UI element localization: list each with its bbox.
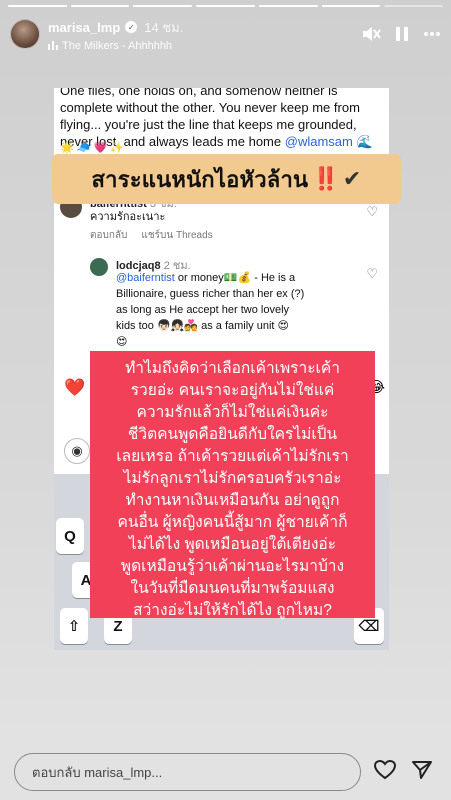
music-info[interactable]: The Milkers - Ahhhhhh [48, 40, 361, 52]
caption-tag: @wlamsam [284, 134, 353, 149]
heart-icon: ♡ [366, 266, 378, 281]
comment-reply-label: ตอบกลับ [90, 230, 128, 241]
comment-line: or money💵💰 - He is a [177, 272, 296, 284]
overlay-line: รวยอ่ะ คนเราจะอยู่กันไม่ใช่แค่ [130, 382, 335, 399]
comment-line: 😍 [116, 336, 128, 348]
overlay-line: สว่างอ่ะไม่ให้รักได้ไง ถูกไหม? [133, 602, 332, 619]
time-ago: 14 ชม. [144, 19, 184, 35]
send-icon[interactable] [412, 760, 432, 780]
overlay-line: ไม่ได้ไง พูดเหมือนอยู่ใต้เตียงอ่ะ [128, 536, 337, 553]
progress-segment [258, 5, 318, 7]
pause-icon[interactable] [395, 26, 409, 42]
progress-segment [70, 5, 130, 7]
caption-emoji-row: 🌟 🧢 💗 ✨ [60, 142, 124, 154]
story-author-info: marisa_lmp ✓ 14 ชม. The Milkers - Ahhhhh… [48, 17, 361, 52]
comment-line: Billionaire, guess richer than her ex (?… [116, 288, 305, 300]
shift-key: ⇧ [60, 608, 88, 644]
story-header: marisa_lmp ✓ 14 ชม. The Milkers - Ahhhhh… [10, 12, 441, 56]
story-footer: ตอบกลับ marisa_lmp... [0, 740, 451, 800]
more-icon[interactable] [423, 31, 441, 37]
overlay-line: คนอื่น ผู้หญิงคนนี้สู้มาก ผู้ชายเค้าก็ [117, 514, 348, 531]
banner-bangs: ‼️ [312, 166, 340, 191]
progress-segment [133, 5, 193, 7]
avatar[interactable] [10, 19, 40, 49]
overlay-line: ทำไมถึงคิดว่าเลือกเค้าเพราะเค้า [125, 360, 340, 377]
overlay-text-box: ทำไมถึงคิดว่าเลือกเค้าเพราะเค้า รวยอ่ะ ค… [90, 351, 375, 619]
progress-segment [196, 5, 255, 7]
reply-placeholder: ตอบกลับ marisa_lmp... [32, 764, 163, 780]
key: Q [56, 518, 84, 554]
caption-line: flying... you're just the line that keep… [60, 117, 357, 132]
banner-text: สาระแนหนักไอหัวล้าน [91, 166, 309, 192]
camera-icon: ◉ [64, 438, 90, 464]
verified-icon: ✓ [125, 21, 138, 33]
banner-label: สาระแนหนักไอหัวล้าน ‼️ ✔ [52, 154, 401, 204]
heart-emoji: ❤️ [64, 378, 86, 397]
comment-line: kids too 👦🏻👧🏻💑 as a family unit 😍 [116, 320, 289, 332]
progress-segment [384, 5, 444, 7]
heart-icon[interactable] [374, 760, 396, 780]
username[interactable]: marisa_lmp [48, 20, 120, 35]
story-view: marisa_lmp ✓ 14 ชม. The Milkers - Ahhhhh… [0, 0, 451, 800]
check-icon: ✔ [342, 166, 362, 191]
progress-segment [321, 5, 381, 7]
overlay-line: ในวันที่มืดมนคนที่มาพร้อมแสง [130, 580, 335, 597]
heart-icon: ♡ [366, 204, 378, 219]
caption-line: complete without the other. You never ke… [60, 100, 360, 115]
progress-segment [8, 5, 67, 7]
overlay-line: พูดเหมือนรู้ว่าเค้าผ่านอะไรมาบ้าง [120, 558, 345, 575]
story-progress [8, 5, 444, 7]
overlay-line: ทำงานหาเงินเหมือนกัน อย่าดูถูก [125, 492, 340, 509]
caption-emoji: 🌊 [356, 134, 373, 149]
reply-input[interactable]: ตอบกลับ marisa_lmp... [14, 753, 361, 791]
overlay-line: เลยเหรอ ถ้าเค้ารวยแต่เค้าไม่รักเรา [116, 448, 349, 465]
overlay-line: ความรักแล้วก็ไม่ใช่แค่เงินค่ะ [136, 404, 329, 421]
comment-line: as long as He accept her two lovely [116, 304, 290, 316]
caption-line: One flies, one holds on, and somehow nei… [60, 88, 338, 98]
music-label: The Milkers - Ahhhhhh [62, 39, 173, 52]
speaker-mute-icon[interactable] [361, 25, 381, 43]
music-bars-icon [48, 41, 58, 50]
overlay-line: ไม่รักลูกเราไม่รักครอบครัวเราอ่ะ [123, 470, 342, 487]
comment-text: ความรักอะเนาะ [90, 211, 166, 223]
comment-share-label: แชร์บน Threads [141, 230, 213, 241]
comment-avatar [90, 258, 108, 276]
comment-text: @baiferntist or money💵💰 - He is a Billio… [116, 270, 356, 350]
comment-mention: @baiferntist [116, 272, 175, 284]
overlay-line: ชีวิตคนพูดคือยินดีกับใครไม่เป็น [127, 426, 338, 443]
